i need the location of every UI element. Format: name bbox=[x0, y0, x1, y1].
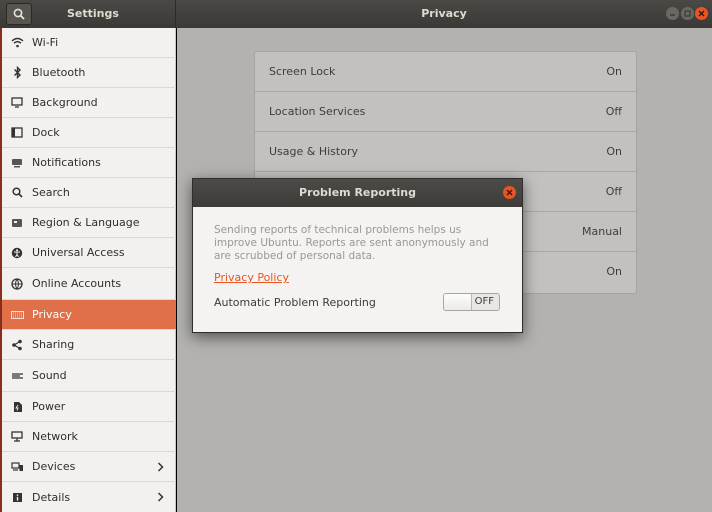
maximize-icon bbox=[684, 10, 691, 17]
sidebar-item-online-accounts[interactable]: Online Accounts bbox=[2, 268, 176, 300]
row-value: On bbox=[606, 65, 622, 78]
sidebar-header: Settings bbox=[0, 0, 176, 28]
sidebar-item-privacy[interactable]: Privacy bbox=[2, 300, 176, 330]
network-icon bbox=[2, 431, 32, 442]
sidebar-item-label: Privacy bbox=[32, 308, 72, 321]
sidebar-item-wifi[interactable]: Wi-Fi bbox=[2, 28, 176, 58]
dock-icon bbox=[2, 127, 32, 138]
close-icon bbox=[698, 10, 705, 17]
sidebar-item-label: Sound bbox=[32, 369, 67, 382]
wifi-icon bbox=[2, 37, 32, 48]
automatic-problem-reporting-label: Automatic Problem Reporting bbox=[214, 296, 376, 309]
app-title: Settings bbox=[67, 7, 119, 20]
sidebar-item-label: Bluetooth bbox=[32, 66, 86, 79]
window-titlebar: Settings Privacy bbox=[0, 0, 712, 28]
privacy-row-location-services[interactable]: Location Services Off bbox=[255, 92, 636, 132]
settings-sidebar: Wi-Fi Bluetooth Background Dock Notifica… bbox=[0, 28, 176, 512]
sidebar-item-label: Background bbox=[32, 96, 98, 109]
region-icon bbox=[2, 218, 32, 228]
row-label: Usage & History bbox=[269, 145, 358, 158]
sidebar-item-label: Notifications bbox=[32, 156, 101, 169]
sidebar-item-power[interactable]: Power bbox=[2, 392, 176, 422]
sidebar-item-notifications[interactable]: Notifications bbox=[2, 148, 176, 178]
dialog-title: Problem Reporting bbox=[193, 179, 522, 207]
sidebar-item-universal-access[interactable]: Universal Access bbox=[2, 238, 176, 268]
sidebar-item-region-language[interactable]: Region & Language bbox=[2, 208, 176, 238]
online-accounts-icon bbox=[2, 277, 32, 290]
devices-icon bbox=[2, 461, 32, 472]
sidebar-item-label: Network bbox=[32, 430, 78, 443]
sidebar-item-network[interactable]: Network bbox=[2, 422, 176, 452]
row-value: On bbox=[606, 265, 622, 278]
problem-reporting-dialog: Problem Reporting Sending reports of tec… bbox=[192, 178, 523, 333]
sidebar-item-label: Universal Access bbox=[32, 246, 125, 259]
maximize-button[interactable] bbox=[681, 7, 694, 20]
sharing-icon bbox=[2, 339, 32, 351]
privacy-policy-link[interactable]: Privacy Policy bbox=[214, 271, 289, 284]
sidebar-item-label: Details bbox=[32, 490, 71, 504]
row-value: On bbox=[606, 145, 622, 158]
sidebar-item-details[interactable]: Details bbox=[2, 482, 176, 512]
privacy-row-screen-lock[interactable]: Screen Lock On bbox=[255, 52, 636, 92]
row-value: Off bbox=[605, 185, 622, 198]
search-icon bbox=[2, 187, 32, 198]
sidebar-item-label: Wi-Fi bbox=[32, 36, 59, 49]
power-icon bbox=[2, 401, 32, 413]
panel-title: Privacy bbox=[421, 7, 467, 20]
close-icon bbox=[506, 189, 513, 196]
sidebar-item-label: Sharing bbox=[32, 338, 75, 351]
minimize-button[interactable] bbox=[666, 7, 679, 20]
sidebar-item-label: Power bbox=[32, 400, 66, 413]
sidebar-item-label: Online Accounts bbox=[32, 277, 122, 290]
sidebar-item-dock[interactable]: Dock bbox=[2, 118, 176, 148]
chevron-right-icon bbox=[157, 461, 164, 472]
privacy-icon bbox=[2, 310, 32, 319]
notifications-icon bbox=[2, 158, 32, 168]
sidebar-item-label: Devices bbox=[32, 460, 76, 473]
sidebar-item-label: Dock bbox=[32, 126, 60, 139]
sidebar-item-label: Region & Language bbox=[32, 216, 140, 229]
sidebar-item-search[interactable]: Search bbox=[2, 178, 176, 208]
row-label: Location Services bbox=[269, 105, 366, 118]
search-button[interactable] bbox=[6, 3, 32, 25]
row-label: Screen Lock bbox=[269, 65, 336, 78]
search-icon bbox=[13, 8, 25, 20]
close-window-button[interactable] bbox=[695, 7, 708, 20]
switch-state: OFF bbox=[474, 296, 494, 307]
row-value: Off bbox=[605, 105, 622, 118]
row-value: Manual bbox=[582, 225, 622, 238]
dialog-close-button[interactable] bbox=[503, 186, 516, 199]
automatic-problem-reporting-switch[interactable]: OFF bbox=[443, 293, 500, 311]
bluetooth-icon bbox=[2, 66, 32, 79]
sidebar-item-devices[interactable]: Devices bbox=[2, 452, 176, 482]
sound-icon bbox=[2, 372, 32, 380]
universal-access-icon bbox=[2, 247, 32, 259]
switch-knob[interactable] bbox=[444, 294, 472, 310]
minimize-icon bbox=[670, 14, 675, 16]
sidebar-item-sound[interactable]: Sound bbox=[2, 360, 176, 392]
sidebar-item-label: Search bbox=[32, 186, 70, 199]
details-icon bbox=[2, 492, 32, 503]
privacy-row-usage-history[interactable]: Usage & History On bbox=[255, 132, 636, 172]
sidebar-item-background[interactable]: Background bbox=[2, 88, 176, 118]
background-icon bbox=[2, 97, 32, 108]
dialog-description: Sending reports of technical problems he… bbox=[214, 224, 489, 262]
sidebar-item-sharing[interactable]: Sharing bbox=[2, 330, 176, 360]
chevron-right-icon bbox=[157, 492, 164, 502]
sidebar-item-bluetooth[interactable]: Bluetooth bbox=[2, 58, 176, 88]
